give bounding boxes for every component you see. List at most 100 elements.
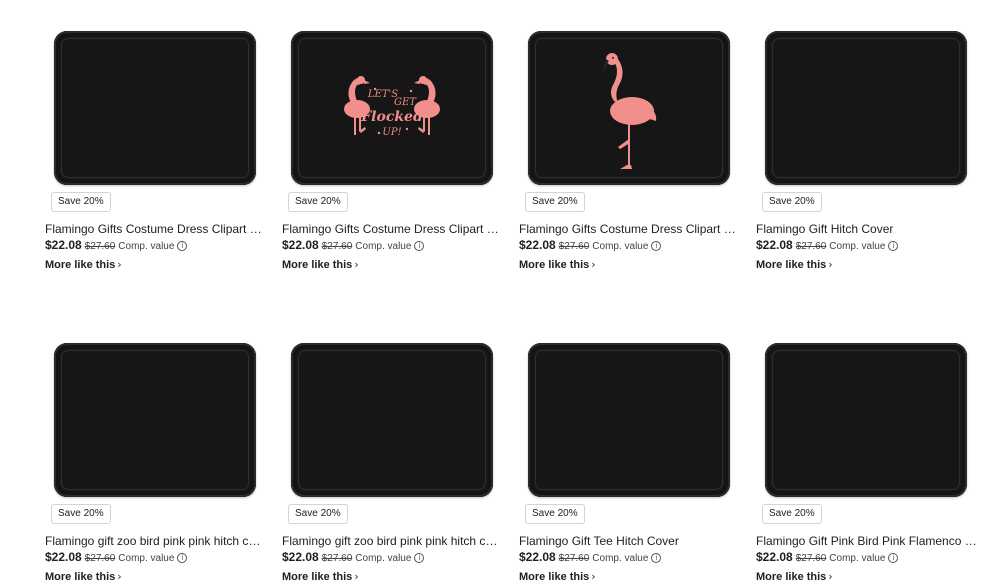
hitch-cover-image (765, 31, 967, 185)
info-icon[interactable]: i (888, 241, 899, 251)
product-card[interactable]: LET'S GET Flocked UP! Save 20% Flamingo … (282, 31, 510, 271)
more-like-this-link[interactable]: More like this › (519, 258, 747, 271)
product-title[interactable]: Flamingo Gift Hitch Cover (756, 222, 978, 237)
more-like-this-link[interactable]: More like this › (519, 570, 747, 583)
chevron-right-icon: › (117, 570, 122, 583)
info-icon[interactable]: i (177, 553, 188, 563)
info-icon[interactable]: i (414, 241, 425, 251)
product-title[interactable]: Flamingo Gift Pink Bird Pink Flamenco Pa… (756, 534, 978, 549)
more-like-this-label: More like this (519, 571, 590, 583)
save-badge: Save 20% (525, 192, 585, 212)
comp-value-label: Comp. value (355, 241, 412, 252)
product-title[interactable]: Flamingo Gifts Costume Dress Clipart Dr.… (519, 222, 741, 237)
info-icon[interactable]: i (888, 553, 899, 563)
product-image[interactable]: Save 20% (282, 343, 510, 525)
chevron-right-icon: › (828, 258, 833, 271)
hitch-cover-image: LET'S GET Flocked UP! (291, 31, 493, 185)
more-like-this-label: More like this (282, 259, 353, 271)
more-like-this-link[interactable]: More like this › (45, 258, 273, 271)
art-text-get: GET (394, 97, 417, 108)
price-row: $22.08 $27.60 Comp. value i (45, 238, 273, 255)
hitch-cover-image (54, 31, 256, 185)
product-card[interactable]: Save 20% Flamingo gift zoo bird pink pin… (282, 343, 510, 583)
original-price: $27.60 (558, 553, 590, 564)
chevron-right-icon: › (354, 258, 359, 271)
original-price: $27.60 (795, 553, 827, 564)
original-price: $27.60 (558, 241, 590, 252)
save-badge: Save 20% (51, 192, 111, 212)
art-text-up: UP! (382, 127, 401, 138)
more-like-this-link[interactable]: More like this › (282, 570, 510, 583)
save-badge: Save 20% (762, 504, 822, 524)
price-row: $22.08 $27.60 Comp. value i (756, 238, 984, 255)
hitch-cover-image (528, 343, 730, 497)
comp-value-label: Comp. value (592, 241, 649, 252)
price-row: $22.08 $27.60 Comp. value i (282, 238, 510, 255)
more-like-this-link[interactable]: More like this › (45, 570, 273, 583)
sale-price: $22.08 (756, 550, 793, 564)
product-image[interactable]: LET'S GET Flocked UP! Save 20% (282, 31, 510, 213)
save-badge: Save 20% (51, 504, 111, 524)
chevron-right-icon: › (354, 570, 359, 583)
save-badge: Save 20% (762, 192, 822, 212)
sale-price: $22.08 (45, 238, 82, 252)
comp-value-label: Comp. value (355, 553, 412, 564)
chevron-right-icon: › (828, 570, 833, 583)
original-price: $27.60 (795, 241, 827, 252)
product-card[interactable]: Save 20% Flamingo Gifts Costume Dress Cl… (45, 31, 273, 271)
sale-price: $22.08 (519, 550, 556, 564)
hitch-cover-image (54, 343, 256, 497)
original-price: $27.60 (84, 553, 116, 564)
product-title[interactable]: Flamingo gift zoo bird pink pink hitch c… (45, 534, 267, 549)
product-title[interactable]: Flamingo Gifts Costume Dress Clipart Flo… (282, 222, 504, 237)
more-like-this-link[interactable]: More like this › (282, 258, 510, 271)
product-card[interactable]: Save 20% Flamingo Gift Pink Bird Pink Fl… (756, 343, 984, 583)
hitch-cover-image (528, 31, 730, 185)
product-image[interactable]: Save 20% (756, 343, 984, 525)
product-card[interactable]: Save 20% Flamingo Gift Hitch Cover $22.0… (756, 31, 984, 271)
product-card[interactable]: Save 20% Flamingo Gift Tee Hitch Cover $… (519, 343, 747, 583)
more-like-this-label: More like this (756, 571, 827, 583)
sale-price: $22.08 (282, 238, 319, 252)
price-row: $22.08 $27.60 Comp. value i (282, 550, 510, 567)
more-like-this-label: More like this (756, 259, 827, 271)
more-like-this-link[interactable]: More like this › (756, 570, 984, 583)
price-row: $22.08 $27.60 Comp. value i (519, 238, 747, 255)
more-like-this-label: More like this (282, 571, 353, 583)
product-title[interactable]: Flamingo Gift Tee Hitch Cover (519, 534, 741, 549)
more-like-this-label: More like this (45, 571, 116, 583)
original-price: $27.60 (321, 553, 353, 564)
comp-value-label: Comp. value (829, 553, 886, 564)
hitch-cover-image (765, 343, 967, 497)
flamingo-art (603, 53, 657, 169)
product-title[interactable]: Flamingo Gifts Costume Dress Clipart Ka.… (45, 222, 267, 237)
comp-value-label: Comp. value (118, 553, 175, 564)
more-like-this-link[interactable]: More like this › (756, 258, 984, 271)
save-badge: Save 20% (525, 504, 585, 524)
info-icon[interactable]: i (651, 241, 662, 251)
original-price: $27.60 (321, 241, 353, 252)
info-icon[interactable]: i (651, 553, 662, 563)
sale-price: $22.08 (45, 550, 82, 564)
product-image[interactable]: Save 20% (45, 31, 273, 213)
art-text-flocked: Flocked (360, 109, 423, 125)
product-image[interactable]: Save 20% (519, 31, 747, 213)
product-image[interactable]: Save 20% (519, 343, 747, 525)
info-icon[interactable]: i (177, 241, 188, 251)
save-badge: Save 20% (288, 504, 348, 524)
product-image[interactable]: Save 20% (756, 31, 984, 213)
comp-value-label: Comp. value (118, 241, 175, 252)
product-image[interactable]: Save 20% (45, 343, 273, 525)
comp-value-label: Comp. value (829, 241, 886, 252)
sale-price: $22.08 (282, 550, 319, 564)
sale-price: $22.08 (519, 238, 556, 252)
more-like-this-label: More like this (519, 259, 590, 271)
info-icon[interactable]: i (414, 553, 425, 563)
price-row: $22.08 $27.60 Comp. value i (45, 550, 273, 567)
product-card[interactable]: Save 20% Flamingo Gifts Costume Dress Cl… (519, 31, 747, 271)
product-card[interactable]: Save 20% Flamingo gift zoo bird pink pin… (45, 343, 273, 583)
comp-value-label: Comp. value (592, 553, 649, 564)
product-title[interactable]: Flamingo gift zoo bird pink pink hitch c… (282, 534, 504, 549)
two-flamingos-art: LET'S GET Flocked UP! (344, 76, 440, 138)
sale-price: $22.08 (756, 238, 793, 252)
